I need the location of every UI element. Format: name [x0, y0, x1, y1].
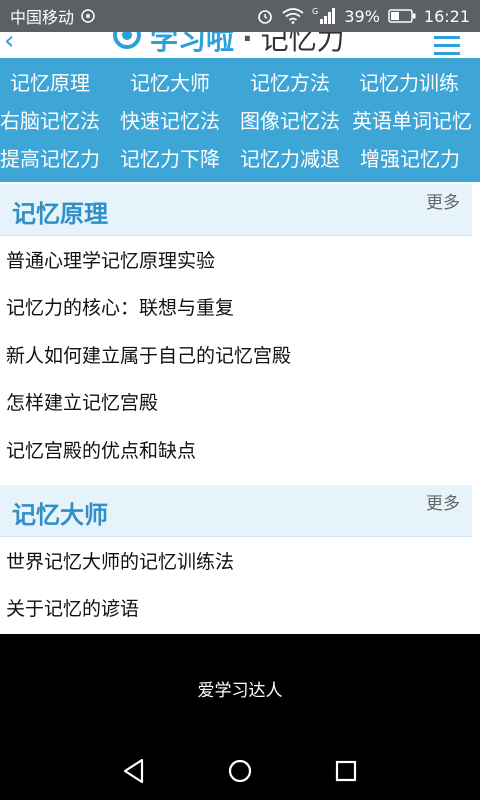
category-link[interactable]: 记忆原理: [10, 64, 90, 102]
wifi-icon: [282, 8, 304, 24]
article-link[interactable]: 新人如何建立属于自己的记忆宫殿: [6, 341, 291, 368]
svg-text:G: G: [312, 7, 318, 16]
more-link[interactable]: 更多: [426, 188, 460, 213]
article-link[interactable]: 怎样建立记忆宫殿: [6, 388, 158, 415]
hotspot-icon: [80, 8, 96, 24]
category-link[interactable]: 记忆大师: [130, 64, 210, 102]
app-header: ‹ 学习啦 · 记忆力: [0, 32, 480, 58]
section-header: 记忆大师 更多: [0, 485, 472, 537]
navigation-bar: [0, 742, 480, 800]
category-link[interactable]: 记忆方法: [250, 64, 330, 102]
category-link[interactable]: 记忆力训练: [359, 64, 459, 102]
category-link[interactable]: 记忆力下降: [120, 140, 220, 178]
category-link[interactable]: 增强记忆力: [360, 140, 460, 178]
recent-apps-icon[interactable]: [332, 757, 360, 785]
category-link[interactable]: 图像记忆法: [240, 102, 340, 140]
channel-name: 记忆力: [260, 32, 345, 56]
article-link[interactable]: 普通心理学记忆原理实验: [6, 246, 215, 273]
category-link[interactable]: 右脑记忆法: [0, 102, 100, 140]
category-link[interactable]: 快速记忆法: [120, 102, 220, 140]
page-title: 学习啦 · 记忆力: [112, 32, 345, 56]
category-row: 记忆原理 记忆大师 记忆方法 记忆力训练: [0, 64, 480, 102]
site-name: 学习啦: [150, 32, 235, 56]
battery-percent: 39%: [344, 6, 380, 26]
article-link[interactable]: 关于记忆的谚语: [6, 594, 139, 621]
logo-icon: [112, 32, 142, 57]
category-link[interactable]: 记忆力减退: [240, 140, 340, 178]
menu-icon[interactable]: [434, 36, 460, 58]
title-separator: ·: [242, 32, 253, 55]
more-link[interactable]: 更多: [426, 489, 460, 514]
category-row: 提高记忆力 记忆力下降 记忆力减退 增强记忆力: [0, 140, 480, 178]
carrier-label: 中国移动: [10, 8, 75, 27]
back-arrow-icon[interactable]: ‹: [4, 32, 14, 54]
article-link[interactable]: 记忆宫殿的优点和缺点: [6, 436, 196, 463]
category-link[interactable]: 英语单词记忆: [352, 102, 472, 140]
category-link[interactable]: 提高记忆力: [0, 140, 100, 178]
section-header: 记忆原理 更多: [0, 184, 472, 236]
banner-text: 爱学习达人: [197, 680, 283, 701]
clock: 16:21: [423, 6, 470, 26]
ad-banner[interactable]: 爱学习达人: [0, 634, 480, 742]
battery-icon: [388, 9, 416, 23]
category-row: 右脑记忆法 快速记忆法 图像记忆法 英语单词记忆: [0, 102, 480, 140]
back-triangle-icon[interactable]: [120, 757, 148, 785]
article-link[interactable]: 记忆力的核心：联想与重复: [6, 293, 234, 320]
status-bar: 中国移动 G 39% 16:21: [0, 0, 480, 32]
category-grid: 记忆原理 记忆大师 记忆方法 记忆力训练 右脑记忆法 快速记忆法 图像记忆法 英…: [0, 58, 480, 182]
section-title: 记忆大师: [12, 501, 108, 529]
article-link[interactable]: 世界记忆大师的记忆训练法: [6, 547, 234, 574]
signal-icon: G: [312, 7, 336, 25]
home-circle-icon[interactable]: [226, 757, 254, 785]
alarm-icon: [256, 7, 274, 25]
section-title: 记忆原理: [12, 200, 108, 228]
